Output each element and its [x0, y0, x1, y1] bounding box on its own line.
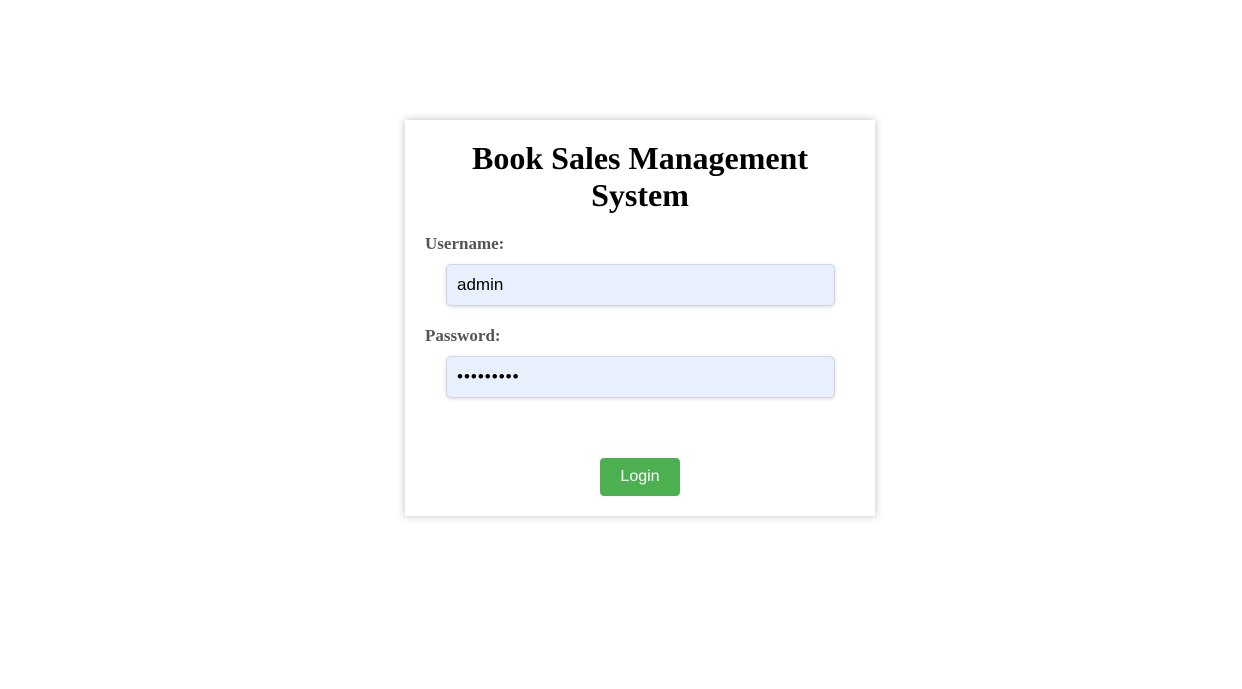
password-label: Password: — [425, 326, 501, 345]
username-input[interactable] — [446, 264, 835, 306]
username-label: Username: — [425, 234, 505, 253]
title-line-2: System — [591, 177, 689, 213]
password-input[interactable] — [446, 356, 835, 398]
login-card: Book Sales Management System Username: P… — [405, 120, 875, 516]
page-title: Book Sales Management System — [405, 140, 875, 214]
title-line-1: Book Sales Management — [472, 140, 808, 176]
login-button[interactable]: Login — [600, 458, 680, 496]
